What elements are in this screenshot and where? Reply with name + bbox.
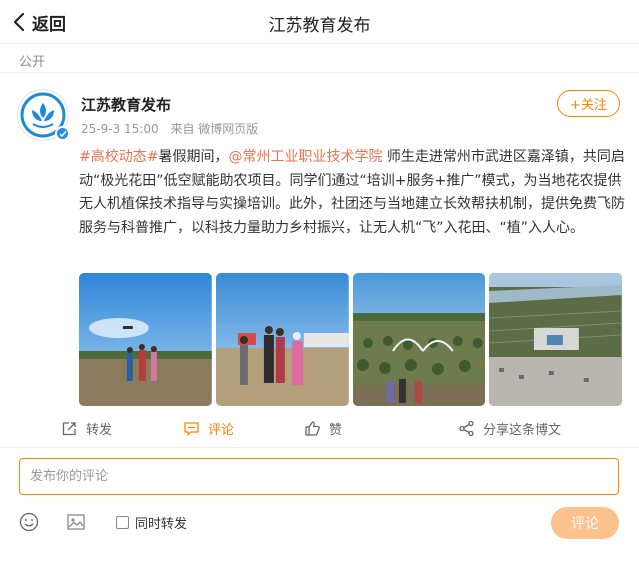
photo-thumbnail[interactable] (489, 273, 622, 406)
emoji-icon (19, 512, 39, 532)
emoji-button[interactable] (19, 512, 39, 532)
repost-icon (62, 421, 76, 435)
photo-grid (79, 273, 622, 406)
photo-thumbnail[interactable] (79, 273, 212, 406)
post-time[interactable]: 25-9-3 15:00 (81, 122, 159, 136)
repost-button[interactable]: 转发 (61, 414, 112, 442)
like-label: 赞 (329, 422, 343, 438)
action-bar: 转发 评论 赞 分享这条博文 (0, 414, 639, 442)
share-label: 分享这条博文 (483, 422, 562, 438)
visibility-label: 公开 (19, 55, 46, 70)
thumbs-up-icon (305, 420, 320, 436)
photo-thumbnail[interactable] (352, 273, 486, 406)
image-icon (67, 514, 85, 530)
photo-thumbnail[interactable] (215, 273, 349, 406)
post-meta: 25-9-3 15:00 来自 微博网页版 (81, 120, 266, 137)
repost-checkbox-label: 同时转发 (135, 517, 188, 532)
repost-checkbox[interactable]: 同时转发 (116, 513, 187, 532)
like-button[interactable]: 赞 (304, 414, 342, 442)
image-button[interactable] (66, 512, 86, 532)
author-name[interactable]: 江苏教育发布 (81, 94, 171, 115)
share-button[interactable]: 分享这条博文 (458, 414, 561, 442)
post-text-part: 暑假期间， (158, 149, 229, 165)
submit-comment-button[interactable]: 评论 (551, 507, 619, 539)
verified-badge-icon (55, 126, 70, 141)
comment-button[interactable]: 评论 (183, 414, 234, 442)
comment-input[interactable] (19, 458, 619, 495)
top-bar: 返回 江苏教育发布 (0, 0, 639, 44)
divider (0, 447, 639, 448)
comment-label: 评论 (208, 422, 235, 438)
post-source: 来自 微博网页版 (170, 122, 259, 136)
page-title: 江苏教育发布 (268, 16, 371, 36)
share-icon (459, 420, 474, 436)
repost-label: 转发 (86, 422, 113, 438)
topic-link[interactable]: #高校动态# (79, 149, 158, 165)
checkbox-box[interactable] (116, 516, 129, 529)
comment-icon (184, 421, 199, 436)
follow-button[interactable]: +关注 (557, 90, 620, 117)
mention-link[interactable]: @常州工业职业技术学院 (228, 149, 382, 165)
post-text: #高校动态#暑假期间，@常州工业职业技术学院 师生走进常州市武进区嘉泽镇，共同启… (79, 146, 627, 240)
